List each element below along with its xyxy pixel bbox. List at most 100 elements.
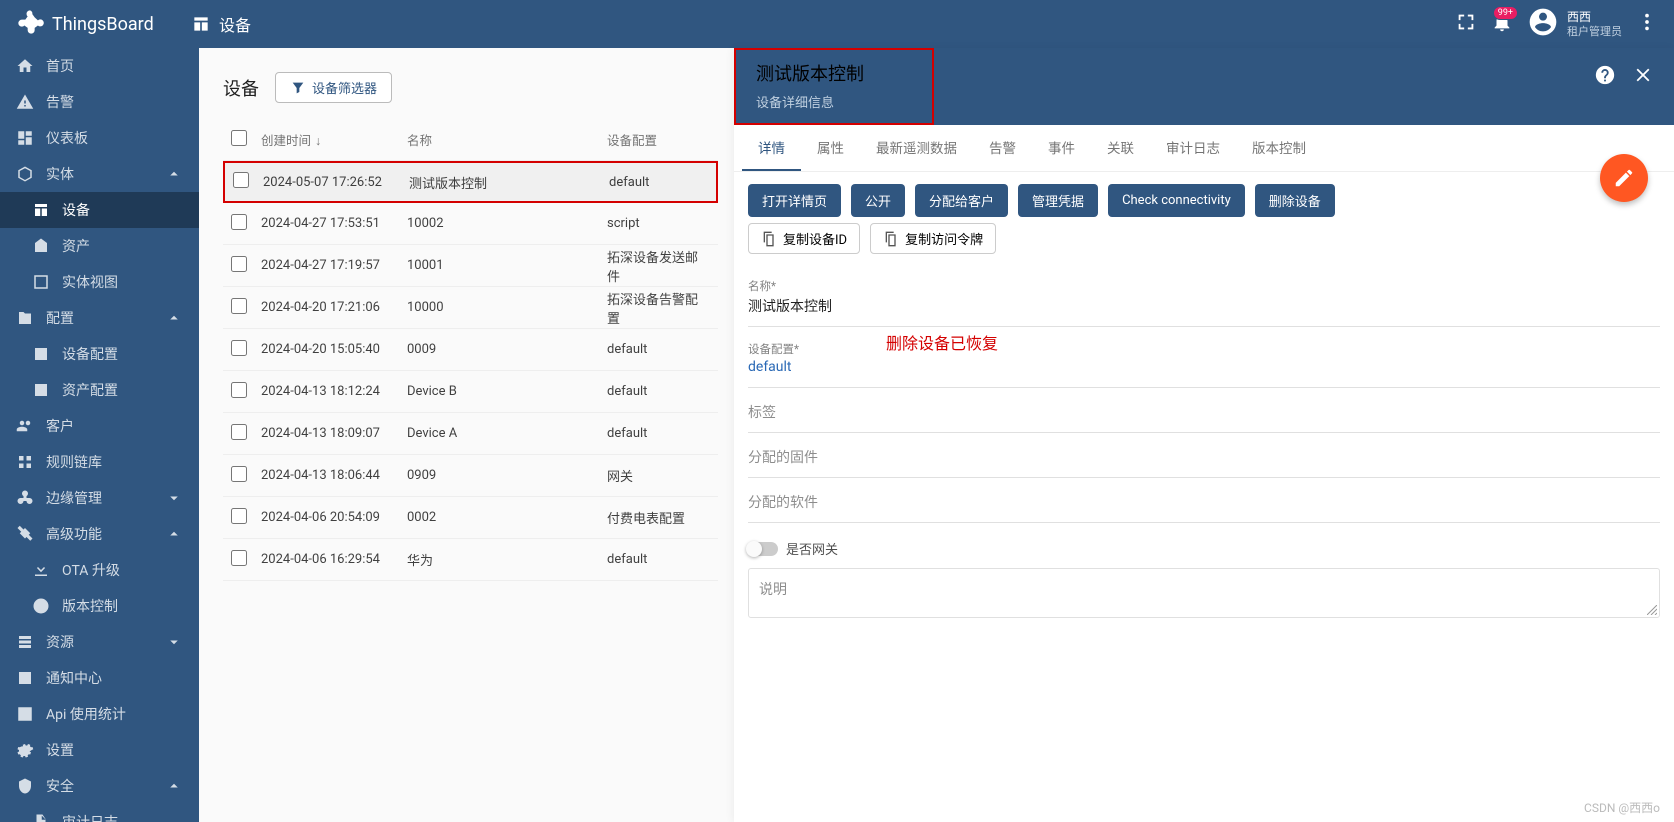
row-checkbox[interactable]	[231, 298, 247, 314]
ota-icon	[32, 561, 50, 579]
notif-badge: 99+	[1493, 6, 1518, 20]
copy-btn-0[interactable]: 复制设备ID	[748, 223, 860, 254]
sidebar-item-20[interactable]: 安全	[0, 768, 199, 804]
tab-1[interactable]: 属性	[801, 125, 860, 171]
table-row[interactable]: 2024-04-06 16:29:54华为default	[223, 539, 718, 581]
device-table-area: 设备 设备筛选器 创建时间↓ 名称 设备配置 2024-05-07 17:26:…	[199, 48, 734, 822]
row-checkbox[interactable]	[231, 214, 247, 230]
tab-4[interactable]: 事件	[1032, 125, 1091, 171]
table-header-row: 创建时间↓ 名称 设备配置	[223, 119, 718, 161]
field-tag[interactable]: 标签	[748, 394, 1660, 433]
sidebar-item-6[interactable]: 实体视图	[0, 264, 199, 300]
panel-subtitle: 设备详细信息	[756, 92, 912, 111]
sort-down-icon: ↓	[315, 134, 321, 149]
home-icon	[16, 57, 34, 75]
brand: ThingsBoard	[16, 8, 191, 41]
tab-6[interactable]: 审计日志	[1150, 125, 1236, 171]
chevron-up-icon	[165, 777, 183, 795]
table-row[interactable]: 2024-04-13 18:06:440909网关	[223, 455, 718, 497]
device-filter-button[interactable]: 设备筛选器	[275, 72, 392, 103]
sidebar-item-11[interactable]: 规则链库	[0, 444, 199, 480]
table-row[interactable]: 2024-05-07 17:26:52测试版本控制default	[223, 161, 718, 203]
select-all-checkbox[interactable]	[231, 130, 247, 146]
tab-3[interactable]: 告警	[973, 125, 1032, 171]
sidebar: 首页告警仪表板实体设备资产实体视图配置设备配置资产配置客户规则链库边缘管理高级功…	[0, 48, 199, 822]
sidebar-item-10[interactable]: 客户	[0, 408, 199, 444]
field-name: 名称* 测试版本控制	[748, 270, 1660, 327]
col-header-name[interactable]: 名称	[407, 130, 607, 149]
table-row[interactable]: 2024-04-20 15:05:400009default	[223, 329, 718, 371]
sidebar-item-2[interactable]: 仪表板	[0, 120, 199, 156]
sidebar-item-14[interactable]: OTA 升级	[0, 552, 199, 588]
view-icon	[32, 273, 50, 291]
tab-5[interactable]: 关联	[1091, 125, 1150, 171]
sidebar-item-18[interactable]: Api 使用统计	[0, 696, 199, 732]
api-icon	[16, 705, 34, 723]
action-btn-3[interactable]: 管理凭据	[1018, 184, 1098, 217]
sidebar-item-5[interactable]: 资产	[0, 228, 199, 264]
row-checkbox[interactable]	[231, 508, 247, 524]
tab-0[interactable]: 详情	[742, 125, 801, 171]
field-profile[interactable]: 设备配置* default	[748, 333, 1660, 388]
sidebar-item-19[interactable]: 设置	[0, 732, 199, 768]
devprof-icon	[32, 345, 50, 363]
sidebar-item-16[interactable]: 资源	[0, 624, 199, 660]
panel-title: 测试版本控制	[756, 60, 912, 86]
row-checkbox[interactable]	[231, 424, 247, 440]
fullscreen-icon[interactable]	[1455, 11, 1477, 37]
table-row[interactable]: 2024-04-27 17:19:5710001拓深设备发送邮件	[223, 245, 718, 287]
sidebar-item-17[interactable]: 通知中心	[0, 660, 199, 696]
sidebar-item-8[interactable]: 设备配置	[0, 336, 199, 372]
field-firmware[interactable]: 分配的固件	[748, 439, 1660, 478]
sidebar-item-13[interactable]: 高级功能	[0, 516, 199, 552]
edit-fab[interactable]	[1600, 154, 1648, 202]
row-checkbox[interactable]	[231, 340, 247, 356]
device-detail-panel: 测试版本控制 设备详细信息 详情属性最新遥测数据告警事件关联审计日志版本控制 打…	[734, 48, 1674, 822]
sidebar-item-9[interactable]: 资产配置	[0, 372, 199, 408]
description-textarea[interactable]: 说明	[748, 568, 1660, 618]
notifications-icon[interactable]: 99+	[1491, 11, 1513, 37]
copy-icon	[883, 231, 899, 247]
table-row[interactable]: 2024-04-20 17:21:0610000拓深设备告警配置	[223, 287, 718, 329]
table-row[interactable]: 2024-04-27 17:53:5110002script	[223, 203, 718, 245]
sidebar-item-4[interactable]: 设备	[0, 192, 199, 228]
user-role: 租户管理员	[1567, 25, 1622, 38]
row-checkbox[interactable]	[231, 466, 247, 482]
copy-btn-1[interactable]: 复制访问令牌	[870, 223, 996, 254]
edge-icon	[16, 489, 34, 507]
table-row[interactable]: 2024-04-13 18:12:24Device Bdefault	[223, 371, 718, 413]
row-checkbox[interactable]	[231, 382, 247, 398]
col-header-time[interactable]: 创建时间↓	[261, 130, 407, 149]
sidebar-item-12[interactable]: 边缘管理	[0, 480, 199, 516]
warn-icon	[16, 93, 34, 111]
sidebar-item-7[interactable]: 配置	[0, 300, 199, 336]
user-block[interactable]: 西西 租户管理员	[1527, 6, 1622, 42]
help-icon[interactable]	[1594, 64, 1616, 90]
action-btn-1[interactable]: 公开	[851, 184, 905, 217]
row-checkbox[interactable]	[231, 256, 247, 272]
table-row[interactable]: 2024-04-06 20:54:090002付费电表配置	[223, 497, 718, 539]
row-checkbox[interactable]	[231, 550, 247, 566]
tab-7[interactable]: 版本控制	[1236, 125, 1322, 171]
sidebar-item-1[interactable]: 告警	[0, 84, 199, 120]
action-btn-5[interactable]: 删除设备	[1255, 184, 1335, 217]
action-btn-0[interactable]: 打开详情页	[748, 184, 841, 217]
field-software[interactable]: 分配的软件	[748, 484, 1660, 523]
sidebar-item-3[interactable]: 实体	[0, 156, 199, 192]
row-checkbox[interactable]	[233, 172, 249, 188]
table-title: 设备	[223, 75, 259, 101]
tab-2[interactable]: 最新遥测数据	[860, 125, 973, 171]
table-row[interactable]: 2024-04-13 18:09:07Device Adefault	[223, 413, 718, 455]
action-btn-4[interactable]: Check connectivity	[1108, 184, 1245, 217]
sidebar-item-15[interactable]: 版本控制	[0, 588, 199, 624]
more-icon[interactable]	[1636, 11, 1658, 37]
action-btn-2[interactable]: 分配给客户	[915, 184, 1008, 217]
avatar-icon	[1527, 6, 1559, 42]
gateway-toggle[interactable]	[748, 542, 778, 556]
sidebar-item-21[interactable]: 审计日志	[0, 804, 199, 822]
col-header-profile[interactable]: 设备配置	[607, 130, 710, 149]
close-icon[interactable]	[1632, 64, 1654, 90]
resize-handle-icon[interactable]	[1647, 605, 1657, 615]
sidebar-item-0[interactable]: 首页	[0, 48, 199, 84]
ver-icon	[32, 597, 50, 615]
